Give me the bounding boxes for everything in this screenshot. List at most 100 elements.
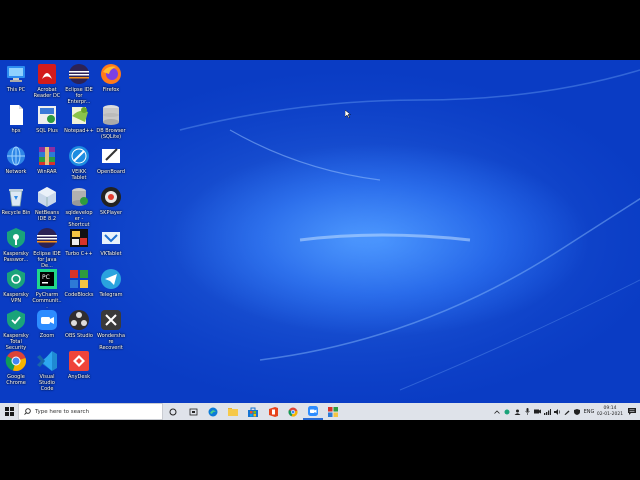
- desktop-icon-label: Network: [5, 169, 27, 175]
- tray-overflow-chevron-icon[interactable]: [492, 403, 502, 420]
- desktop-icon-network[interactable]: Network: [1, 145, 31, 175]
- desktop-icon-pycharm[interactable]: PC PyCharm Communit...: [32, 268, 62, 310]
- codeblocks-icon: [68, 268, 90, 290]
- tray-pen-icon[interactable]: [562, 403, 572, 420]
- desktop-icon-this-pc[interactable]: This PC: [1, 63, 31, 93]
- kaspersky-vpn-icon: [5, 268, 27, 290]
- task-view-button[interactable]: [183, 403, 203, 420]
- desktop-icon-openboard[interactable]: OpenBoard: [96, 145, 126, 175]
- desktop-icon-label: CodeBlocks: [64, 292, 94, 298]
- desktop-icon-veikk[interactable]: VEIKK Tablet: [64, 145, 94, 181]
- desktop-icon-label: Acrobat Reader DC: [33, 87, 61, 99]
- sqldeveloper-icon: [68, 186, 90, 208]
- desktop-icon-label: sqldeveloper - Shortcut: [65, 210, 93, 228]
- desktop[interactable]: This PC Acrobat Reader DC Eclipse IDE fo…: [0, 60, 640, 403]
- desktop-icon-acrobat[interactable]: Acrobat Reader DC: [32, 63, 62, 99]
- desktop-icon-label: Notepad++: [64, 128, 94, 134]
- taskbar-file-explorer[interactable]: [223, 403, 243, 420]
- desktop-icon-vktablet[interactable]: VKTablet: [96, 227, 126, 257]
- taskbar-zoom[interactable]: [303, 403, 323, 420]
- tray-people-icon[interactable]: [512, 403, 522, 420]
- taskbar-clock[interactable]: 09:14 02-01-2021: [596, 406, 624, 418]
- taskbar-search-box[interactable]: Type here to search: [18, 403, 163, 420]
- taskbar-app-colorful[interactable]: [323, 403, 343, 420]
- letterbox-bottom: [0, 420, 640, 480]
- desktop-icon-vscode[interactable]: Visual Studio Code: [32, 350, 62, 392]
- kaspersky-total-icon: [5, 309, 27, 331]
- tray-network-icon[interactable]: [542, 403, 552, 420]
- desktop-icon-zoom[interactable]: Zoom: [32, 309, 62, 339]
- desktop-icon-label: WinRAR: [37, 169, 57, 175]
- desktop-icon-recycle-bin[interactable]: Recycle Bin: [1, 186, 31, 216]
- desktop-icon-label: Visual Studio Code: [39, 374, 55, 392]
- cortana-button[interactable]: [163, 403, 183, 420]
- desktop-icon-telegram[interactable]: Telegram: [96, 268, 126, 298]
- vktablet-icon: [100, 227, 122, 249]
- winrar-icon: [36, 145, 58, 167]
- desktop-icon-eclipse-enterprise[interactable]: Eclipse IDE for Enterpr...: [64, 63, 94, 105]
- veikk-icon: [68, 145, 90, 167]
- desktop-icon-netbeans[interactable]: NetBeans IDE 8.2: [32, 186, 62, 222]
- desktop-icon-hps[interactable]: hps: [1, 104, 31, 134]
- desktop-icon-codeblocks[interactable]: CodeBlocks: [64, 268, 94, 298]
- taskbar: Type here to search ENG 09:14 02-01-2021: [0, 403, 640, 420]
- pycharm-icon: PC: [36, 268, 58, 290]
- start-button[interactable]: [0, 403, 18, 420]
- desktop-icon-sqlplus[interactable]: SQL Plus: [32, 104, 62, 134]
- chrome-icon: [5, 350, 27, 372]
- letterbox-top: [0, 0, 640, 60]
- chrome-icon: [288, 407, 298, 417]
- tray-app-icon[interactable]: [502, 403, 512, 420]
- desktop-icon-5kplayer[interactable]: 5KPlayer: [96, 186, 126, 216]
- desktop-icon-label: Recycle Bin: [1, 210, 31, 216]
- tray-camera-icon[interactable]: [532, 403, 542, 420]
- network-icon: [5, 145, 27, 167]
- desktop-icon-obs[interactable]: OBS Studio: [64, 309, 94, 339]
- desktop-icon-anydesk[interactable]: AnyDesk: [64, 350, 94, 380]
- taskbar-store[interactable]: [243, 403, 263, 420]
- desktop-icon-winrar[interactable]: WinRAR: [32, 145, 62, 175]
- clock-date: 02-01-2021: [596, 411, 624, 417]
- eclipse-java-icon: [36, 227, 58, 249]
- taskbar-office[interactable]: [263, 403, 283, 420]
- desktop-icon-kaspersky-password[interactable]: Kaspersky Passwor...: [1, 227, 31, 263]
- recoverit-icon: [100, 309, 122, 331]
- desktop-icon-sqldeveloper[interactable]: sqldeveloper - Shortcut: [64, 186, 94, 228]
- notepadpp-icon: [68, 104, 90, 126]
- desktop-icon-label: Kaspersky Passwor...: [3, 251, 29, 263]
- desktop-icon-label: VEIKK Tablet: [71, 169, 87, 181]
- desktop-icon-label: Turbo C++: [65, 251, 93, 257]
- taskbar-chrome[interactable]: [283, 403, 303, 420]
- desktop-icon-chrome[interactable]: Google Chrome: [1, 350, 31, 386]
- input-language-indicator[interactable]: ENG: [582, 409, 596, 415]
- desktop-icon-kaspersky-total[interactable]: Kaspersky Total Security: [1, 309, 31, 351]
- document-icon: [5, 104, 27, 126]
- tray-microphone-icon[interactable]: [522, 403, 532, 420]
- app-grid-icon: [328, 406, 338, 417]
- desktop-icon-notepadpp[interactable]: Notepad++: [64, 104, 94, 134]
- zoom-icon: [308, 405, 318, 416]
- obs-icon: [68, 309, 90, 331]
- desktop-icon-firefox[interactable]: Firefox: [96, 63, 126, 93]
- desktop-icon-label: Wondershare Recoverit: [96, 333, 126, 351]
- desktop-icon-kaspersky-vpn[interactable]: Kaspersky VPN: [1, 268, 31, 304]
- desktop-icon-label: OBS Studio: [65, 333, 93, 339]
- desktop-icon-dbbrowser[interactable]: DB Browser (SQLite): [96, 104, 126, 140]
- desktop-icon-eclipse-java[interactable]: Eclipse IDE for Java De...: [32, 227, 62, 269]
- taskbar-edge[interactable]: [203, 403, 223, 420]
- windows-logo-icon: [4, 407, 14, 416]
- folder-icon: [228, 408, 238, 416]
- tray-volume-icon[interactable]: [552, 403, 562, 420]
- desktop-icon-turbocpp[interactable]: Turbo C++: [64, 227, 94, 257]
- desktop-icon-label: Firefox: [102, 87, 120, 93]
- task-view-icon: [189, 408, 197, 415]
- tray-security-icon[interactable]: [572, 403, 582, 420]
- search-placeholder: Type here to search: [35, 408, 90, 415]
- computer-icon: [5, 63, 27, 85]
- action-center-button[interactable]: [624, 403, 640, 420]
- desktop-icon-recoverit[interactable]: Wondershare Recoverit: [96, 309, 126, 351]
- desktop-icon-label: Eclipse IDE for Java De...: [33, 251, 61, 269]
- 5kplayer-icon: [100, 186, 122, 208]
- vscode-icon: [36, 350, 58, 372]
- desktop-icon-label: Google Chrome: [6, 374, 26, 386]
